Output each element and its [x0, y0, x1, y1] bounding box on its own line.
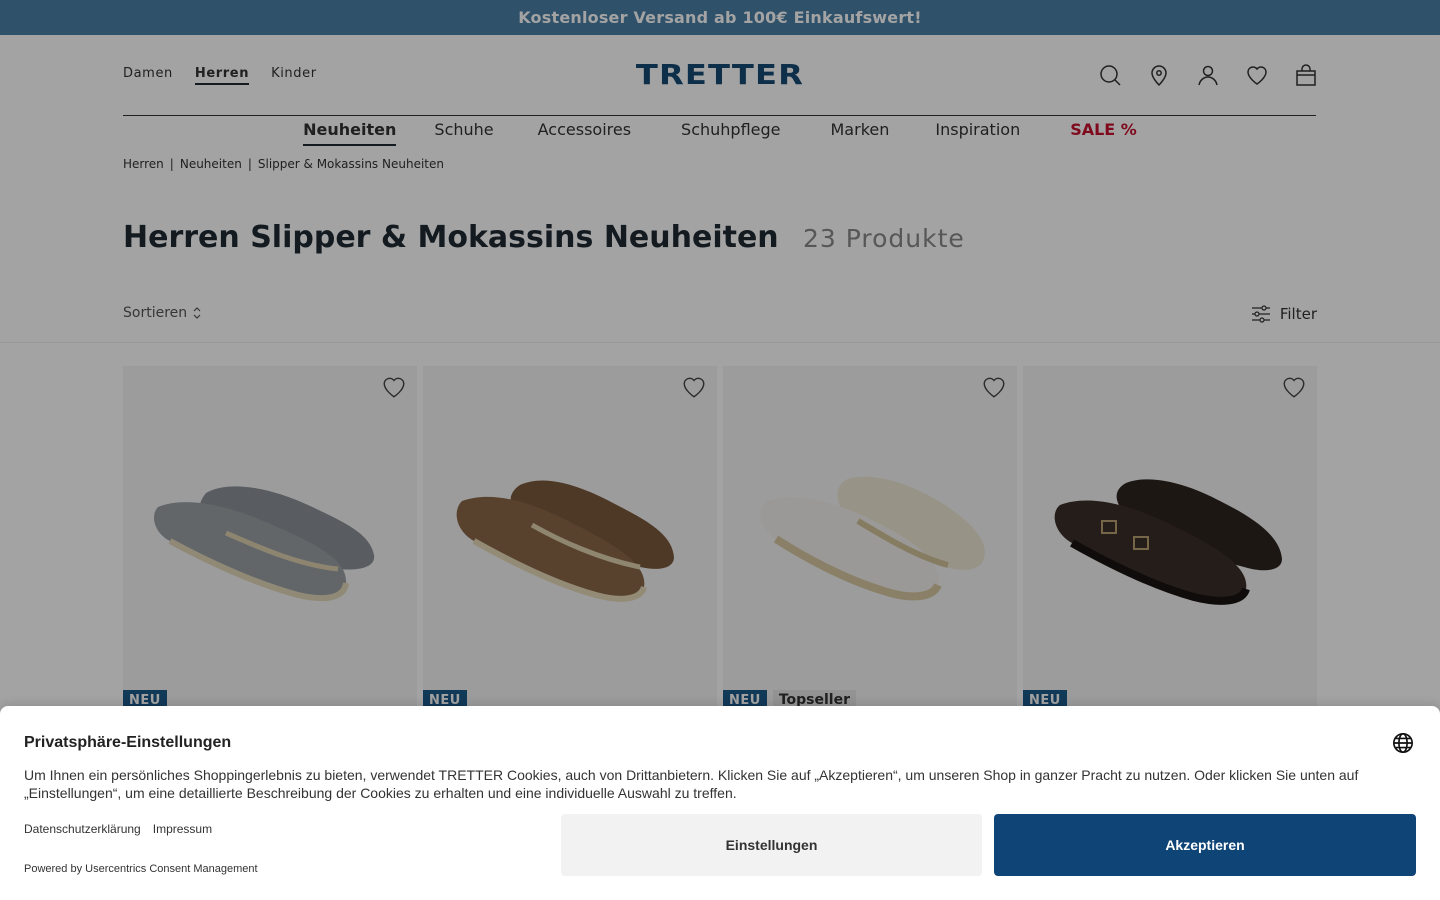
product-image-brown-loafer[interactable] [448, 461, 692, 641]
bag-icon[interactable] [1294, 63, 1318, 87]
breadcrumb-current[interactable]: Slipper & Mokassins Neuheiten [258, 157, 444, 171]
wishlist-heart-icon[interactable] [981, 374, 1007, 400]
product-image-white-espadrille[interactable] [748, 461, 992, 641]
consent-settings-button[interactable]: Einstellungen [561, 814, 982, 876]
nav-neuheiten[interactable]: Neuheiten [303, 116, 397, 146]
sort-label: Sortieren [123, 305, 188, 321]
breadcrumb-neuheiten[interactable]: Neuheiten [180, 157, 242, 171]
sort-button[interactable]: Sortieren [123, 305, 203, 321]
filter-button[interactable]: Filter [1250, 303, 1317, 325]
wishlist-heart-icon[interactable] [1281, 374, 1307, 400]
nav-schuhe[interactable]: Schuhe [434, 116, 493, 146]
cookie-consent-banner: Privatsphäre-Einstellungen Um Ihnen ein … [0, 706, 1440, 900]
product-card[interactable]: NEU Topseller [723, 366, 1017, 711]
consent-links: Datenschutzerklärung Impressum [24, 822, 212, 836]
site-header: Damen Herren Kinder TRETTER [0, 35, 1440, 115]
search-icon[interactable] [1098, 63, 1122, 87]
product-image-grey-loafer[interactable] [148, 461, 392, 641]
promo-banner: Kostenloser Versand ab 100€ Einkaufswert… [0, 0, 1440, 35]
breadcrumb-separator: | [169, 157, 174, 171]
product-card[interactable]: NEU [1023, 366, 1317, 711]
imprint-link[interactable]: Impressum [153, 822, 212, 836]
wishlist-heart-icon[interactable] [681, 374, 707, 400]
header-icons [1098, 63, 1318, 87]
product-card[interactable]: NEU [123, 366, 417, 711]
product-card[interactable]: NEU [423, 366, 717, 711]
nav-accessoires[interactable]: Accessoires [538, 116, 631, 146]
filter-sliders-icon [1251, 305, 1270, 323]
account-icon[interactable] [1196, 63, 1220, 87]
nav-schuhpflege[interactable]: Schuhpflege [681, 116, 780, 146]
location-pin-icon[interactable] [1147, 63, 1171, 87]
nav-sale[interactable]: SALE % [1070, 116, 1137, 146]
sort-chevrons-icon [193, 307, 201, 319]
breadcrumb-herren[interactable]: Herren [123, 157, 164, 171]
consent-title: Privatsphäre-Einstellungen [24, 734, 232, 751]
gender-nav: Damen Herren Kinder [123, 66, 317, 85]
language-globe-icon[interactable] [1392, 732, 1414, 754]
heart-icon[interactable] [1245, 63, 1269, 87]
product-image-dark-brown-monk-shoe[interactable] [1048, 461, 1292, 641]
breadcrumb: Herren | Neuheiten | Slipper & Mokassins… [123, 157, 444, 171]
nav-marken[interactable]: Marken [831, 116, 890, 146]
privacy-policy-link[interactable]: Datenschutzerklärung [24, 822, 141, 836]
gender-nav-kinder[interactable]: Kinder [271, 66, 317, 85]
product-count: 23 Produkte [803, 224, 965, 253]
promo-text: Kostenloser Versand ab 100€ Einkaufswert… [518, 8, 922, 27]
toolbar: Sortieren Filter [0, 285, 1440, 343]
gender-nav-damen[interactable]: Damen [123, 66, 173, 85]
filter-label: Filter [1279, 305, 1317, 323]
tretter-logo[interactable]: TRETTER [605, 61, 835, 89]
consent-text: Um Ihnen ein persönliches Shoppingerlebn… [24, 767, 1359, 801]
product-grid: NEU NEU NEU Topseller NEU [123, 366, 1317, 711]
consent-powered-by: Powered by Usercentrics Consent Manageme… [24, 863, 258, 875]
page-title: Herren Slipper & Mokassins Neuheiten [123, 220, 779, 255]
gender-nav-herren[interactable]: Herren [194, 66, 250, 85]
breadcrumb-separator: | [247, 157, 252, 171]
consent-accept-button[interactable]: Akzeptieren [994, 814, 1416, 876]
main-nav: Neuheiten Schuhe Accessoires Schuhpflege… [0, 116, 1440, 146]
wishlist-heart-icon[interactable] [381, 374, 407, 400]
nav-inspiration[interactable]: Inspiration [935, 116, 1020, 146]
